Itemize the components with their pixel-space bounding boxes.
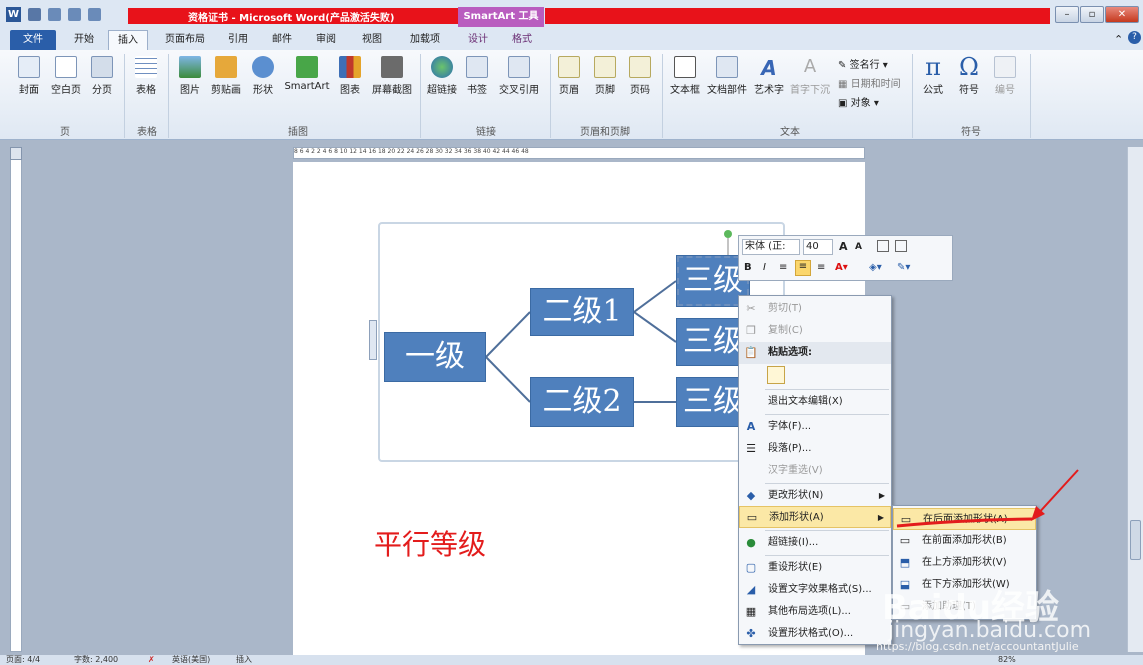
status-words[interactable]: 字数: 2,400 bbox=[74, 655, 118, 665]
status-insert-mode[interactable]: 插入 bbox=[236, 655, 252, 665]
proofing-icon[interactable]: ✗ bbox=[148, 655, 155, 665]
status-language[interactable]: 英语(美国) bbox=[172, 655, 210, 665]
status-page[interactable]: 页面: 4/4 bbox=[6, 655, 40, 665]
status-bar: 页面: 4/4 字数: 2,400 ✗ 英语(美国) 插入 82% bbox=[0, 655, 1143, 665]
annotation-overlay bbox=[896, 469, 1079, 528]
blog-watermark: https://blog.csdn.net/accountantJulie bbox=[876, 640, 1079, 653]
status-zoom[interactable]: 82% bbox=[998, 655, 1016, 665]
